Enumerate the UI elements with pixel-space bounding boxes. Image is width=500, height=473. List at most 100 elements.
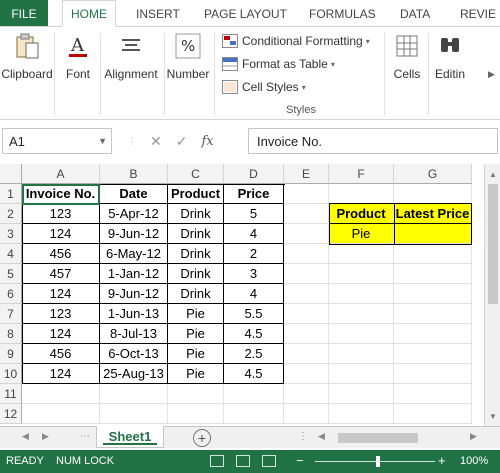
- row-header-11[interactable]: 11: [0, 384, 22, 404]
- cell-c12[interactable]: [168, 404, 224, 424]
- cancel-icon[interactable]: ✕: [150, 133, 162, 150]
- lookup-header-latest-price[interactable]: Latest Price: [394, 204, 472, 224]
- cell-f6[interactable]: [329, 284, 394, 304]
- table-cell[interactable]: 123: [22, 304, 100, 324]
- cell-g5[interactable]: [394, 264, 472, 284]
- table-cell[interactable]: 1-Jun-13: [100, 304, 168, 324]
- scroll-down-icon[interactable]: ▼: [485, 408, 500, 424]
- table-cell[interactable]: 4: [224, 284, 284, 304]
- column-header-b[interactable]: B: [100, 164, 168, 184]
- scroll-right-icon[interactable]: ▶: [470, 431, 477, 442]
- cell-e8[interactable]: [284, 324, 329, 344]
- table-cell[interactable]: 8-Jul-13: [100, 324, 168, 344]
- cell-e7[interactable]: [284, 304, 329, 324]
- table-cell[interactable]: 456: [22, 244, 100, 264]
- chevron-down-icon[interactable]: ▼: [98, 136, 107, 146]
- lookup-product-value[interactable]: Pie: [329, 224, 394, 244]
- table-cell[interactable]: 456: [22, 344, 100, 364]
- scroll-thumb[interactable]: [338, 433, 418, 443]
- row-header-12[interactable]: 12: [0, 404, 22, 424]
- tabs-split-icon[interactable]: ⋮: [298, 431, 308, 442]
- conditional-formatting-button[interactable]: Conditional Formatting ▾: [222, 31, 370, 51]
- scroll-left-icon[interactable]: ◀: [318, 431, 325, 442]
- tab-insert[interactable]: INSERT: [128, 0, 188, 27]
- cell-b12[interactable]: [100, 404, 168, 424]
- row-header-7[interactable]: 7: [0, 304, 22, 324]
- cell-f7[interactable]: [329, 304, 394, 324]
- cell-d11[interactable]: [224, 384, 284, 404]
- zoom-slider-thumb[interactable]: [376, 456, 380, 467]
- cell-e6[interactable]: [284, 284, 329, 304]
- table-header-cell[interactable]: Price: [224, 184, 284, 204]
- table-cell[interactable]: 123: [22, 204, 100, 224]
- row-header-2[interactable]: 2: [0, 204, 22, 224]
- horizontal-scrollbar[interactable]: ◀ ▶: [318, 431, 484, 445]
- row-header-10[interactable]: 10: [0, 364, 22, 384]
- page-layout-view-icon[interactable]: [236, 455, 250, 467]
- scroll-up-icon[interactable]: ▲: [485, 166, 500, 182]
- table-cell[interactable]: 124: [22, 224, 100, 244]
- zoom-out-icon[interactable]: −: [296, 453, 304, 468]
- sheet-tab-sheet1[interactable]: Sheet1: [96, 426, 164, 448]
- table-cell[interactable]: Drink: [168, 264, 224, 284]
- table-cell[interactable]: 3: [224, 264, 284, 284]
- sheet-prev-icon[interactable]: ◀: [22, 431, 29, 442]
- cell-g10[interactable]: [394, 364, 472, 384]
- alignment-button[interactable]: Alignment: [100, 27, 162, 81]
- row-header-9[interactable]: 9: [0, 344, 22, 364]
- table-cell[interactable]: 457: [22, 264, 100, 284]
- cell-f10[interactable]: [329, 364, 394, 384]
- tab-formulas[interactable]: FORMULAS: [301, 0, 384, 27]
- cell-e5[interactable]: [284, 264, 329, 284]
- column-header-e[interactable]: E: [284, 164, 329, 184]
- cell-g1[interactable]: [394, 184, 472, 204]
- table-cell[interactable]: 2: [224, 244, 284, 264]
- column-header-a[interactable]: A: [22, 164, 100, 184]
- editing-button[interactable]: Editin: [428, 27, 472, 81]
- cell-f12[interactable]: [329, 404, 394, 424]
- tab-review[interactable]: REVIE: [452, 0, 500, 27]
- table-cell[interactable]: Pie: [168, 324, 224, 344]
- table-cell[interactable]: Pie: [168, 304, 224, 324]
- table-cell[interactable]: Drink: [168, 204, 224, 224]
- cell-f1[interactable]: [329, 184, 394, 204]
- cell-g9[interactable]: [394, 344, 472, 364]
- tab-page-layout[interactable]: PAGE LAYOUT: [196, 0, 295, 27]
- table-cell[interactable]: Pie: [168, 344, 224, 364]
- cell-g8[interactable]: [394, 324, 472, 344]
- table-cell[interactable]: 1-Jan-12: [100, 264, 168, 284]
- formula-input[interactable]: Invoice No.: [248, 128, 498, 154]
- table-cell[interactable]: 2.5: [224, 344, 284, 364]
- table-cell[interactable]: 9-Jun-12: [100, 224, 168, 244]
- cell-g6[interactable]: [394, 284, 472, 304]
- page-break-view-icon[interactable]: [262, 455, 276, 467]
- font-button[interactable]: A Font: [58, 27, 98, 81]
- row-header-3[interactable]: 3: [0, 224, 22, 244]
- sheet-more-icon[interactable]: ⋯: [80, 431, 90, 442]
- table-cell[interactable]: Drink: [168, 284, 224, 304]
- cell-c11[interactable]: [168, 384, 224, 404]
- table-header-cell[interactable]: Date: [100, 184, 168, 204]
- tab-home[interactable]: HOME: [62, 0, 116, 27]
- table-cell[interactable]: Pie: [168, 364, 224, 384]
- column-header-c[interactable]: C: [168, 164, 224, 184]
- clipboard-button[interactable]: Clipboard: [0, 27, 54, 81]
- cell-e11[interactable]: [284, 384, 329, 404]
- cell-g7[interactable]: [394, 304, 472, 324]
- cell-d12[interactable]: [224, 404, 284, 424]
- name-box[interactable]: A1 ▼: [2, 128, 112, 154]
- table-cell[interactable]: 5-Apr-12: [100, 204, 168, 224]
- cell-e2[interactable]: [284, 204, 329, 224]
- table-cell[interactable]: 5: [224, 204, 284, 224]
- cell-e12[interactable]: [284, 404, 329, 424]
- cell-g11[interactable]: [394, 384, 472, 404]
- cell-a12[interactable]: [22, 404, 100, 424]
- table-header-cell[interactable]: Product: [168, 184, 224, 204]
- normal-view-icon[interactable]: [210, 455, 224, 467]
- cell-a11[interactable]: [22, 384, 100, 404]
- table-cell[interactable]: Drink: [168, 224, 224, 244]
- cell-styles-button[interactable]: Cell Styles ▾: [222, 77, 306, 97]
- vertical-scrollbar[interactable]: ▲ ▼: [484, 164, 500, 426]
- lookup-latest-price-value[interactable]: [394, 224, 472, 244]
- ribbon-scroll-right-icon[interactable]: ▶: [488, 69, 495, 80]
